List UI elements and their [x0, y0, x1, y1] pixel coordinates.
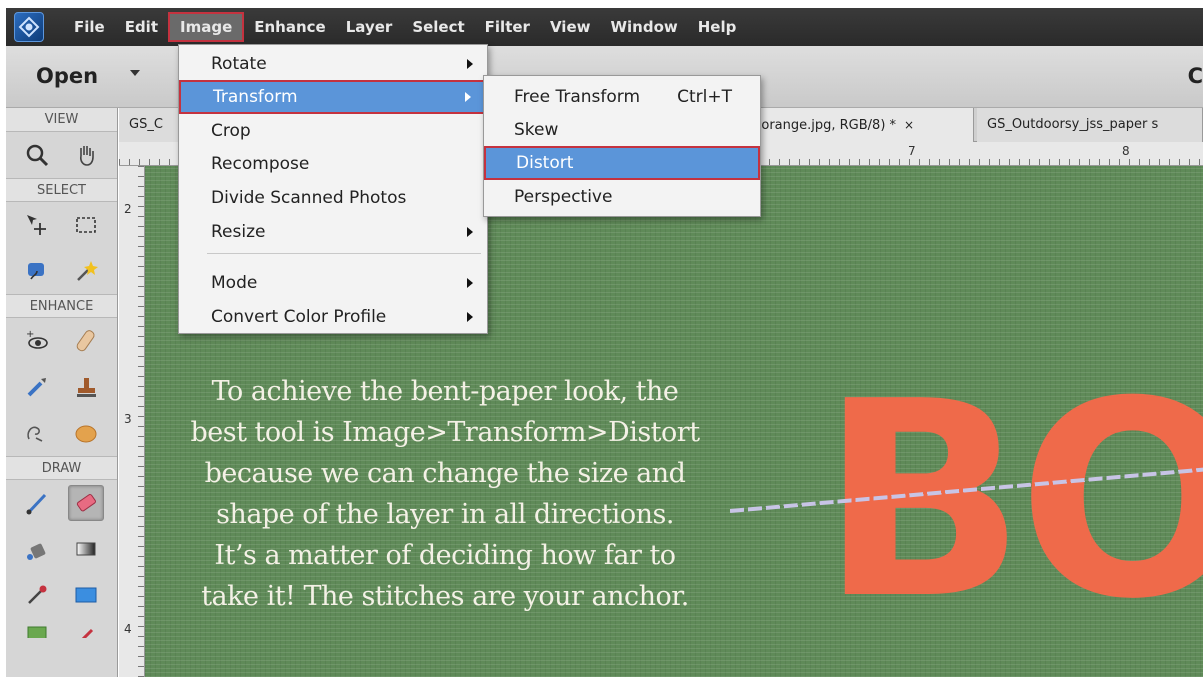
menu-item-label: Convert Color Profile	[211, 307, 387, 327]
zoom-tool-icon[interactable]	[19, 137, 55, 173]
document-tab-2-label: d orange.jpg, RGB/8) *	[749, 118, 897, 133]
sponge-tool-icon[interactable]	[68, 415, 104, 451]
menu-filter[interactable]: Filter	[475, 12, 540, 42]
toolbox: VIEW SELECT ENHANCE + DRAW	[6, 108, 118, 677]
menu-layer[interactable]: Layer	[336, 12, 403, 42]
menu-item-label: Rotate	[211, 54, 267, 74]
lasso-tool-icon[interactable]	[19, 253, 55, 289]
menu-item-label: Skew	[514, 120, 559, 140]
spot-healing-tool-icon[interactable]	[68, 323, 104, 359]
pencil-tool-icon[interactable]	[68, 618, 104, 638]
menu-item-rotate[interactable]: Rotate	[179, 47, 487, 81]
menu-file[interactable]: File	[64, 12, 115, 42]
caption-line: best tool is Image>Transform>Distort	[190, 417, 700, 448]
menu-select[interactable]: Select	[402, 12, 474, 42]
shape-tool-icon[interactable]	[68, 577, 104, 613]
ruler-mark-8: 8	[1121, 144, 1131, 158]
smart-brush-tool-icon[interactable]	[19, 369, 55, 405]
vertical-ruler: 2 3 4	[119, 166, 145, 677]
menu-item-label: Recompose	[211, 154, 310, 174]
red-eye-tool-icon[interactable]: +	[19, 323, 55, 359]
magic-wand-tool-icon[interactable]	[68, 253, 104, 289]
blur-tool-icon[interactable]	[19, 415, 55, 451]
submenu-arrow-icon	[467, 227, 473, 237]
gradient-tool-icon[interactable]	[68, 531, 104, 567]
menu-edit[interactable]: Edit	[115, 12, 168, 42]
toolbox-section-view: VIEW	[6, 108, 117, 132]
submenu-arrow-icon	[465, 92, 471, 102]
menu-image[interactable]: Image	[168, 12, 245, 42]
menu-item-crop[interactable]: Crop	[179, 114, 487, 148]
caption-line: To achieve the bent-paper look, the	[211, 376, 679, 407]
toolbox-section-enhance: ENHANCE	[6, 294, 117, 318]
ruler-mark-4: 4	[123, 622, 133, 636]
menu-item-label: Free Transform	[514, 87, 641, 107]
app-logo-icon[interactable]	[14, 12, 44, 42]
menu-view[interactable]: View	[540, 12, 601, 42]
menu-item-label: Mode	[211, 273, 258, 293]
ruler-mark-7: 7	[907, 144, 917, 158]
menu-help[interactable]: Help	[688, 12, 747, 42]
ruler-mark-2: 2	[123, 202, 133, 216]
menu-item-label: Transform	[213, 87, 298, 107]
image-menu-dropdown: Rotate Transform Crop Recompose Divide S…	[178, 44, 488, 334]
paper-letters: BO	[820, 343, 1203, 658]
menu-item-transform[interactable]: Transform	[179, 80, 487, 114]
menu-separator	[207, 253, 481, 254]
document-tab-3-label: GS_Outdoorsy_jss_paper s	[987, 117, 1159, 132]
menu-item-convert-color-profile[interactable]: Convert Color Profile	[179, 300, 487, 334]
open-dropdown-caret-icon[interactable]	[130, 70, 140, 76]
marquee-tool-icon[interactable]	[68, 207, 104, 243]
clone-stamp-tool-icon[interactable]	[68, 369, 104, 405]
toolbox-section-draw: DRAW	[6, 456, 117, 480]
submenu-arrow-icon	[467, 59, 473, 69]
transform-submenu: Free Transform Ctrl+T Skew Distort Persp…	[483, 75, 761, 217]
submenu-item-perspective[interactable]: Perspective	[484, 180, 760, 214]
submenu-item-distort[interactable]: Distort	[484, 146, 760, 180]
menu-item-mode[interactable]: Mode	[179, 266, 487, 300]
toolbox-section-select: SELECT	[6, 178, 117, 202]
caption-line: shape of the layer in all directions.	[216, 499, 674, 530]
caption-line: It’s a matter of deciding how far to	[214, 540, 676, 571]
menu-item-resize[interactable]: Resize	[179, 215, 487, 249]
options-bar-right-label: C	[1187, 64, 1203, 88]
document-tab-3[interactable]: GS_Outdoorsy_jss_paper s	[977, 108, 1203, 142]
caption-line: take it! The stitches are your anchor.	[201, 581, 689, 612]
submenu-arrow-icon	[467, 278, 473, 288]
move-tool-icon[interactable]	[19, 207, 55, 243]
submenu-item-free-transform[interactable]: Free Transform Ctrl+T	[484, 80, 760, 114]
document-tab-1-label: GS_C	[129, 117, 163, 132]
shortcut-label: Ctrl+T	[677, 87, 732, 107]
brush-tool-icon[interactable]	[19, 485, 55, 521]
tutorial-caption: To achieve the bent-paper look, the best…	[145, 371, 745, 617]
ruler-mark-3: 3	[123, 412, 133, 426]
menu-bar: File Edit Image Enhance Layer Select Fil…	[6, 8, 1203, 46]
text-tool-icon[interactable]	[19, 618, 55, 638]
menu-item-label: Perspective	[514, 187, 613, 207]
menu-enhance[interactable]: Enhance	[244, 12, 335, 42]
open-button[interactable]: Open	[36, 64, 98, 88]
submenu-arrow-icon	[467, 312, 473, 322]
submenu-item-skew[interactable]: Skew	[484, 113, 760, 147]
svg-text:+: +	[26, 329, 34, 340]
document-tab-1[interactable]: GS_C	[119, 108, 179, 142]
menu-item-recompose[interactable]: Recompose	[179, 147, 487, 181]
close-tab-icon[interactable]: ×	[904, 118, 914, 132]
menu-window[interactable]: Window	[600, 12, 687, 42]
menu-item-divide-scanned-photos[interactable]: Divide Scanned Photos	[179, 181, 487, 215]
menu-item-label: Resize	[211, 222, 266, 242]
eraser-tool-icon[interactable]	[68, 485, 104, 521]
menu-item-label: Crop	[211, 121, 251, 141]
hand-tool-icon[interactable]	[68, 137, 104, 173]
caption-line: because we can change the size and	[204, 458, 686, 489]
menu-item-label: Distort	[516, 153, 574, 173]
paint-bucket-tool-icon[interactable]	[19, 531, 55, 567]
eyedropper-tool-icon[interactable]	[19, 577, 55, 613]
menu-item-label: Divide Scanned Photos	[211, 188, 407, 208]
document-tab-2[interactable]: d orange.jpg, RGB/8) * ×	[739, 108, 974, 142]
